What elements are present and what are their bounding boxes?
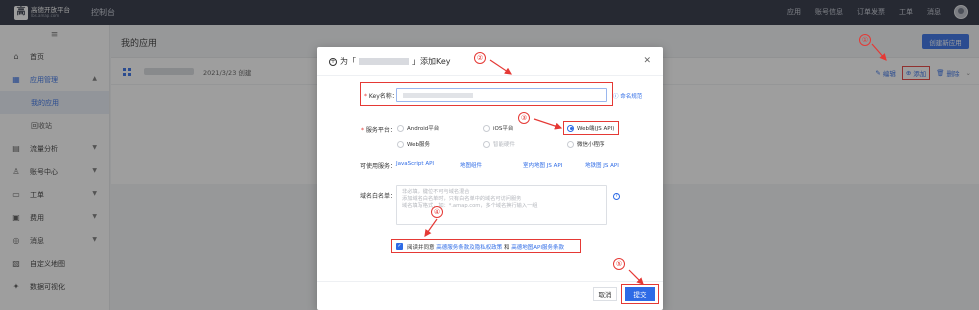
radio-checked-icon [567,124,574,132]
annotation-step-1: ① [859,34,871,46]
plus-circle-icon: + [329,57,337,66]
agreement-checkbox[interactable]: ✓ [396,243,403,250]
platform-label: * 服务平台： [361,127,396,134]
dialog-header: + 为「 」添加Key ✕ [317,47,663,76]
amap-api-terms-link[interactable]: 高德地图API服务条款 [511,245,564,251]
radio-circle-icon [483,140,490,148]
annotation-step-4: ④ [431,206,443,218]
radio-circle-icon [397,140,404,148]
whitelist-placeholder-line: 添加域名白名单时，只有白名单中的域名可访问服务 [402,196,522,202]
radio-android[interactable]: Android平台 [397,124,439,132]
service-link-js-api[interactable]: JavaScript API [396,161,434,167]
naming-rule-link[interactable]: ⓘ 命名规范 [613,92,642,100]
radio-circle-icon [567,140,574,148]
terms-privacy-link[interactable]: 高德服务条款及隐私权政策 [436,245,502,251]
key-name-value-redacted [403,93,473,98]
submit-button[interactable]: 提交 [625,287,655,301]
add-key-dialog: + 为「 」添加Key ✕ * Key名称： ⓘ 命名规范 * 服务平台： An… [317,47,663,310]
radio-wechat-miniprogram[interactable]: 微信小程序 [567,140,605,148]
whitelist-placeholder-line: 非必填，键位不可与域名混合 [402,189,470,195]
title-suffix: 」添加Key [412,57,451,66]
available-services-label: 可使用服务： [360,163,397,170]
agreement-text: 阅读并同意 高德服务条款及隐私权政策 和 高德地图API服务条款 [407,245,564,251]
radio-circle-icon [397,124,404,132]
service-link-indoor-map[interactable]: 室内地图 JS API [523,161,562,169]
annotation-step-3: ③ [518,112,530,124]
radio-circle-icon [483,124,490,132]
service-link-map-component[interactable]: 地图组件 [460,161,482,169]
dialog-title: + 为「 」添加Key [329,56,451,67]
cancel-button[interactable]: 取消 [593,287,617,301]
radio-ios[interactable]: iOS平台 [483,124,513,132]
whitelist-label: 域名白名单： [360,193,397,200]
annotation-step-2: ② [474,52,486,64]
radio-web-js-api[interactable]: Web端(JS API) [567,124,614,132]
radio-smart-hardware: 智能硬件 [483,140,515,148]
service-link-subway-map[interactable]: 地铁图 JS API [585,161,619,169]
title-prefix: 为「 [340,57,356,66]
key-name-label: * Key名称： [364,93,398,100]
app-name-redacted [359,58,409,65]
annotation-step-5: ⑤ [613,258,625,270]
key-name-input[interactable] [396,88,607,102]
help-icon[interactable]: ? [613,193,620,200]
radio-web-service[interactable]: Web服务 [397,140,430,148]
whitelist-textarea[interactable]: 非必填，键位不可与域名混合 添加域名白名单时，只有白名单中的域名可访问服务 域名… [396,185,607,225]
close-icon[interactable]: ✕ [643,56,651,66]
